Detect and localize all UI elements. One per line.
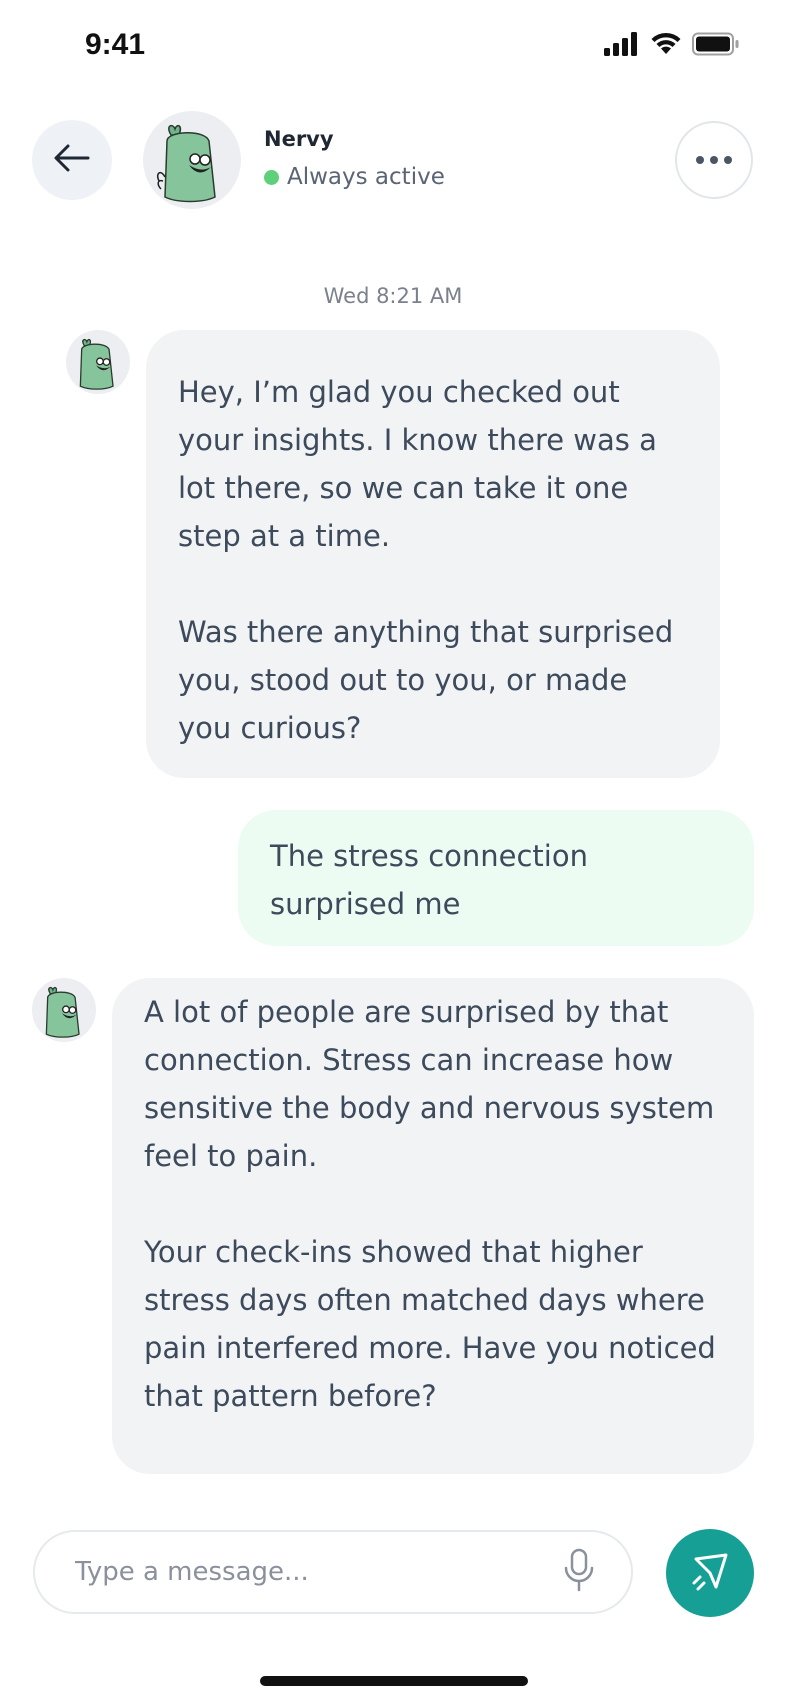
battery-icon [692,32,740,60]
back-button[interactable] [32,120,112,200]
bot-message-bubble: Hey, I’m glad you checked out your insig… [146,330,720,778]
message-input[interactable] [73,1556,563,1588]
wifi-icon [650,32,682,60]
status-icons [604,32,740,60]
message-composer [33,1530,633,1614]
avatar [143,111,241,209]
more-options-button[interactable] [675,121,753,199]
send-icon [686,1547,734,1599]
arrow-left-icon [53,143,91,177]
message-timestamp: Wed 8:21 AM [323,284,463,308]
cellular-signal-icon [604,32,640,60]
send-button[interactable] [666,1529,754,1617]
bot-message-bubble: A lot of people are surprised by that co… [112,978,754,1474]
home-indicator [260,1676,528,1686]
chat-screen: 9:41 Nervy Always active Wed 8:21 AM Hey… [0,0,786,1704]
more-horizontal-icon [696,156,704,164]
message-avatar [66,330,130,394]
microphone-icon[interactable] [563,1548,595,1596]
bot-status: Always active [264,164,445,190]
bot-status-label: Always active [287,164,445,190]
message-avatar [32,978,96,1042]
online-status-dot [264,169,279,185]
user-message-bubble: The stress connection surprised me [238,810,754,946]
bot-name: Nervy [264,127,334,151]
status-time: 9:41 [85,28,146,61]
